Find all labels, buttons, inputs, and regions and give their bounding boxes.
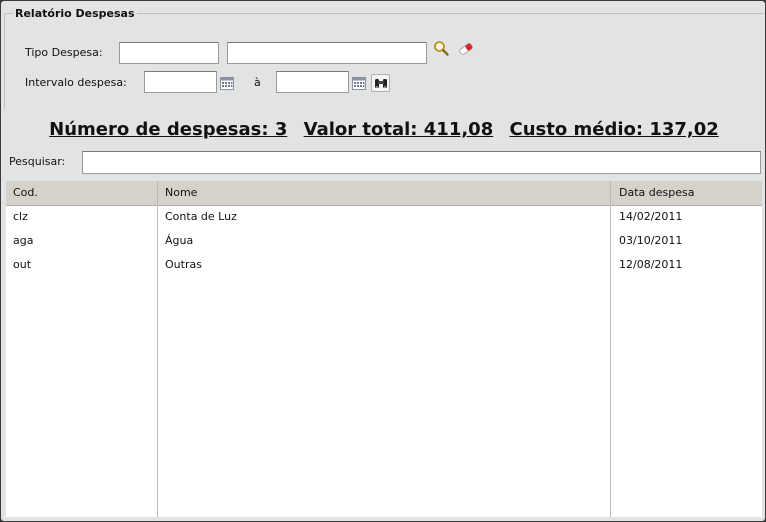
cell-cod: out <box>13 258 32 271</box>
column-header-data[interactable]: Data despesa <box>612 181 762 206</box>
date-to-input[interactable] <box>276 71 349 93</box>
form-title: Relatório Despesas <box>13 7 137 20</box>
cell-nome: Água <box>165 234 194 247</box>
search-label: Pesquisar: <box>9 155 66 168</box>
eraser-icon[interactable] <box>458 41 474 57</box>
date-from-input[interactable] <box>144 71 217 93</box>
cell-data: 03/10/2011 <box>619 234 683 247</box>
column-header-nome[interactable]: Nome <box>158 181 610 206</box>
tipo-despesa-description-input[interactable] <box>227 42 427 64</box>
filter-button[interactable] <box>371 74 390 92</box>
cell-cod: aga <box>13 234 34 247</box>
column-divider <box>610 181 611 517</box>
binoculars-icon <box>375 79 387 88</box>
summary-line: Número de despesas: 3 Valor total: 411,0… <box>1 119 766 140</box>
column-header-cod[interactable]: Cod. <box>6 181 157 206</box>
table-header: Cod. Nome Data despesa <box>6 181 762 206</box>
range-separator: à <box>254 76 261 89</box>
cell-nome: Conta de Luz <box>165 210 237 223</box>
column-divider <box>157 181 158 517</box>
expense-average: Custo médio: 137,02 <box>509 119 719 140</box>
cell-cod: clz <box>13 210 28 223</box>
search-icon[interactable] <box>433 40 449 56</box>
expense-total: Valor total: 411,08 <box>303 119 494 140</box>
calendar-icon[interactable] <box>219 75 235 91</box>
cell-nome: Outras <box>165 258 202 271</box>
expenses-table: Cod. Nome Data despesa clz Conta de Luz … <box>6 181 762 517</box>
intervalo-despesa-label: Intervalo despesa: <box>25 76 127 89</box>
tipo-despesa-label: Tipo Despesa: <box>25 46 103 59</box>
expense-count: Número de despesas: 3 <box>49 119 288 140</box>
calendar-icon[interactable] <box>351 75 367 91</box>
cell-data: 14/02/2011 <box>619 210 683 223</box>
tipo-despesa-code-input[interactable] <box>119 42 219 64</box>
report-window: Relatório Despesas Tipo Despesa: Interva… <box>1 1 765 521</box>
cell-data: 12/08/2011 <box>619 258 683 271</box>
search-input[interactable] <box>82 151 761 174</box>
